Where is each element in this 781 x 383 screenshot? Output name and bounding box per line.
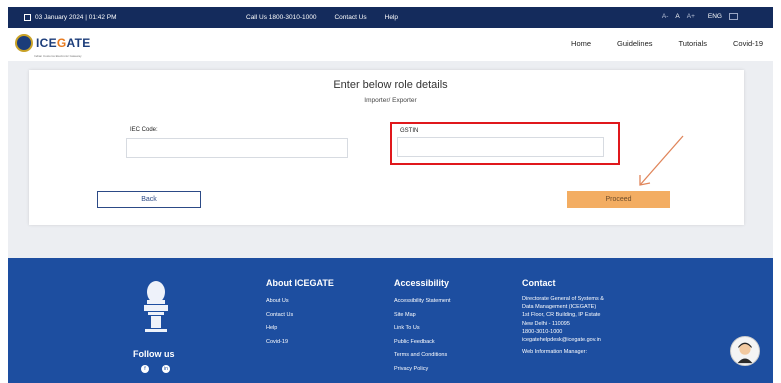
nav-guidelines[interactable]: Guidelines [617, 39, 652, 48]
footer-link-public-feedback[interactable]: Public Feedback [394, 336, 451, 350]
footer-link-link-to-us[interactable]: Link To Us [394, 322, 451, 336]
gstin-highlight-box [390, 122, 620, 165]
footer-link-about-us[interactable]: About Us [266, 295, 334, 309]
contact-email[interactable]: icegatehelpdesk@icegate.gov.in [522, 336, 604, 344]
contact-line: Directorate General of Systems & [522, 296, 604, 302]
follow-us-label: Follow us [133, 349, 175, 359]
footer-accessibility-heading: Accessibility [394, 278, 450, 288]
nav-covid-19[interactable]: Covid-19 [733, 39, 763, 48]
national-emblem-icon [144, 281, 168, 332]
iec-code-input[interactable] [126, 138, 348, 158]
date-time-text: 03 January 2024 | 01:42 PM [35, 14, 117, 21]
site-header: ICEGATE Indian Customs Electronic Gatewa… [8, 28, 773, 61]
site-footer: About ICEGATE About Us Contact Us Help C… [8, 258, 773, 383]
font-decrease-button[interactable]: A- [662, 13, 669, 20]
footer-link-privacy-policy[interactable]: Privacy Policy [394, 363, 451, 377]
proceed-button[interactable]: Proceed [567, 191, 670, 208]
iec-code-label: IEC Code: [130, 127, 158, 133]
contact-phone[interactable]: 1800-3010-1000 [522, 328, 604, 336]
footer-link-contact-us[interactable]: Contact Us [266, 309, 334, 323]
footer-about-column: About ICEGATE About Us Contact Us Help C… [266, 278, 334, 349]
chatbot-avatar-icon[interactable] [730, 336, 760, 366]
logo-text: ICEGATE [36, 36, 91, 50]
footer-contact-column: Contact Directorate General of Systems &… [522, 278, 604, 356]
nav-tutorials[interactable]: Tutorials [679, 39, 707, 48]
facebook-icon[interactable]: f [141, 365, 149, 373]
logo-tagline: Indian Customs Electronic Gateway [34, 54, 82, 58]
footer-accessibility-column: Accessibility Accessibility Statement Si… [394, 278, 451, 376]
date-time: 03 January 2024 | 01:42 PM [24, 14, 117, 21]
linkedin-icon[interactable]: in [162, 365, 170, 373]
font-normal-button[interactable]: A [675, 13, 679, 20]
call-us-link[interactable]: Call Us 1800-3010-1000 [246, 14, 316, 21]
contact-line: New Delhi - 110095 [522, 320, 570, 327]
annotation-arrow-icon [639, 135, 684, 186]
logo-emblem-icon [15, 34, 33, 52]
contact-us-link[interactable]: Contact Us [334, 14, 366, 21]
language-selector[interactable]: ENG [708, 13, 722, 20]
back-button[interactable]: Back [97, 191, 201, 208]
page-title: Enter below role details [333, 79, 448, 91]
help-link[interactable]: Help [385, 14, 398, 21]
nav-home[interactable]: Home [571, 39, 591, 48]
footer-link-accessibility-statement[interactable]: Accessibility Statement [394, 295, 451, 309]
contact-line: Web Information Manager: [522, 349, 588, 356]
footer-about-heading: About ICEGATE [266, 278, 334, 288]
footer-link-site-map[interactable]: Site Map [394, 309, 451, 323]
main-nav: Home Guidelines Tutorials Covid-19 [571, 39, 763, 48]
top-utility-bar: 03 January 2024 | 01:42 PM Call Us 1800-… [8, 7, 773, 28]
apps-grid-icon[interactable] [729, 13, 738, 20]
footer-link-terms[interactable]: Terms and Conditions [394, 349, 451, 363]
footer-link-help[interactable]: Help [266, 322, 334, 336]
icegate-logo[interactable]: ICEGATE Indian Customs Electronic Gatewa… [15, 34, 91, 58]
page-subtitle: Importer/ Exporter [364, 97, 417, 104]
contact-line: Data Management (ICEGATE) [522, 304, 597, 311]
calendar-icon [24, 14, 31, 21]
footer-contact-heading: Contact [522, 278, 556, 288]
contact-line: 1st Floor, CR Building, IP Estate [522, 312, 601, 319]
footer-link-covid-19[interactable]: Covid-19 [266, 336, 334, 350]
font-increase-button[interactable]: A+ [687, 13, 695, 20]
